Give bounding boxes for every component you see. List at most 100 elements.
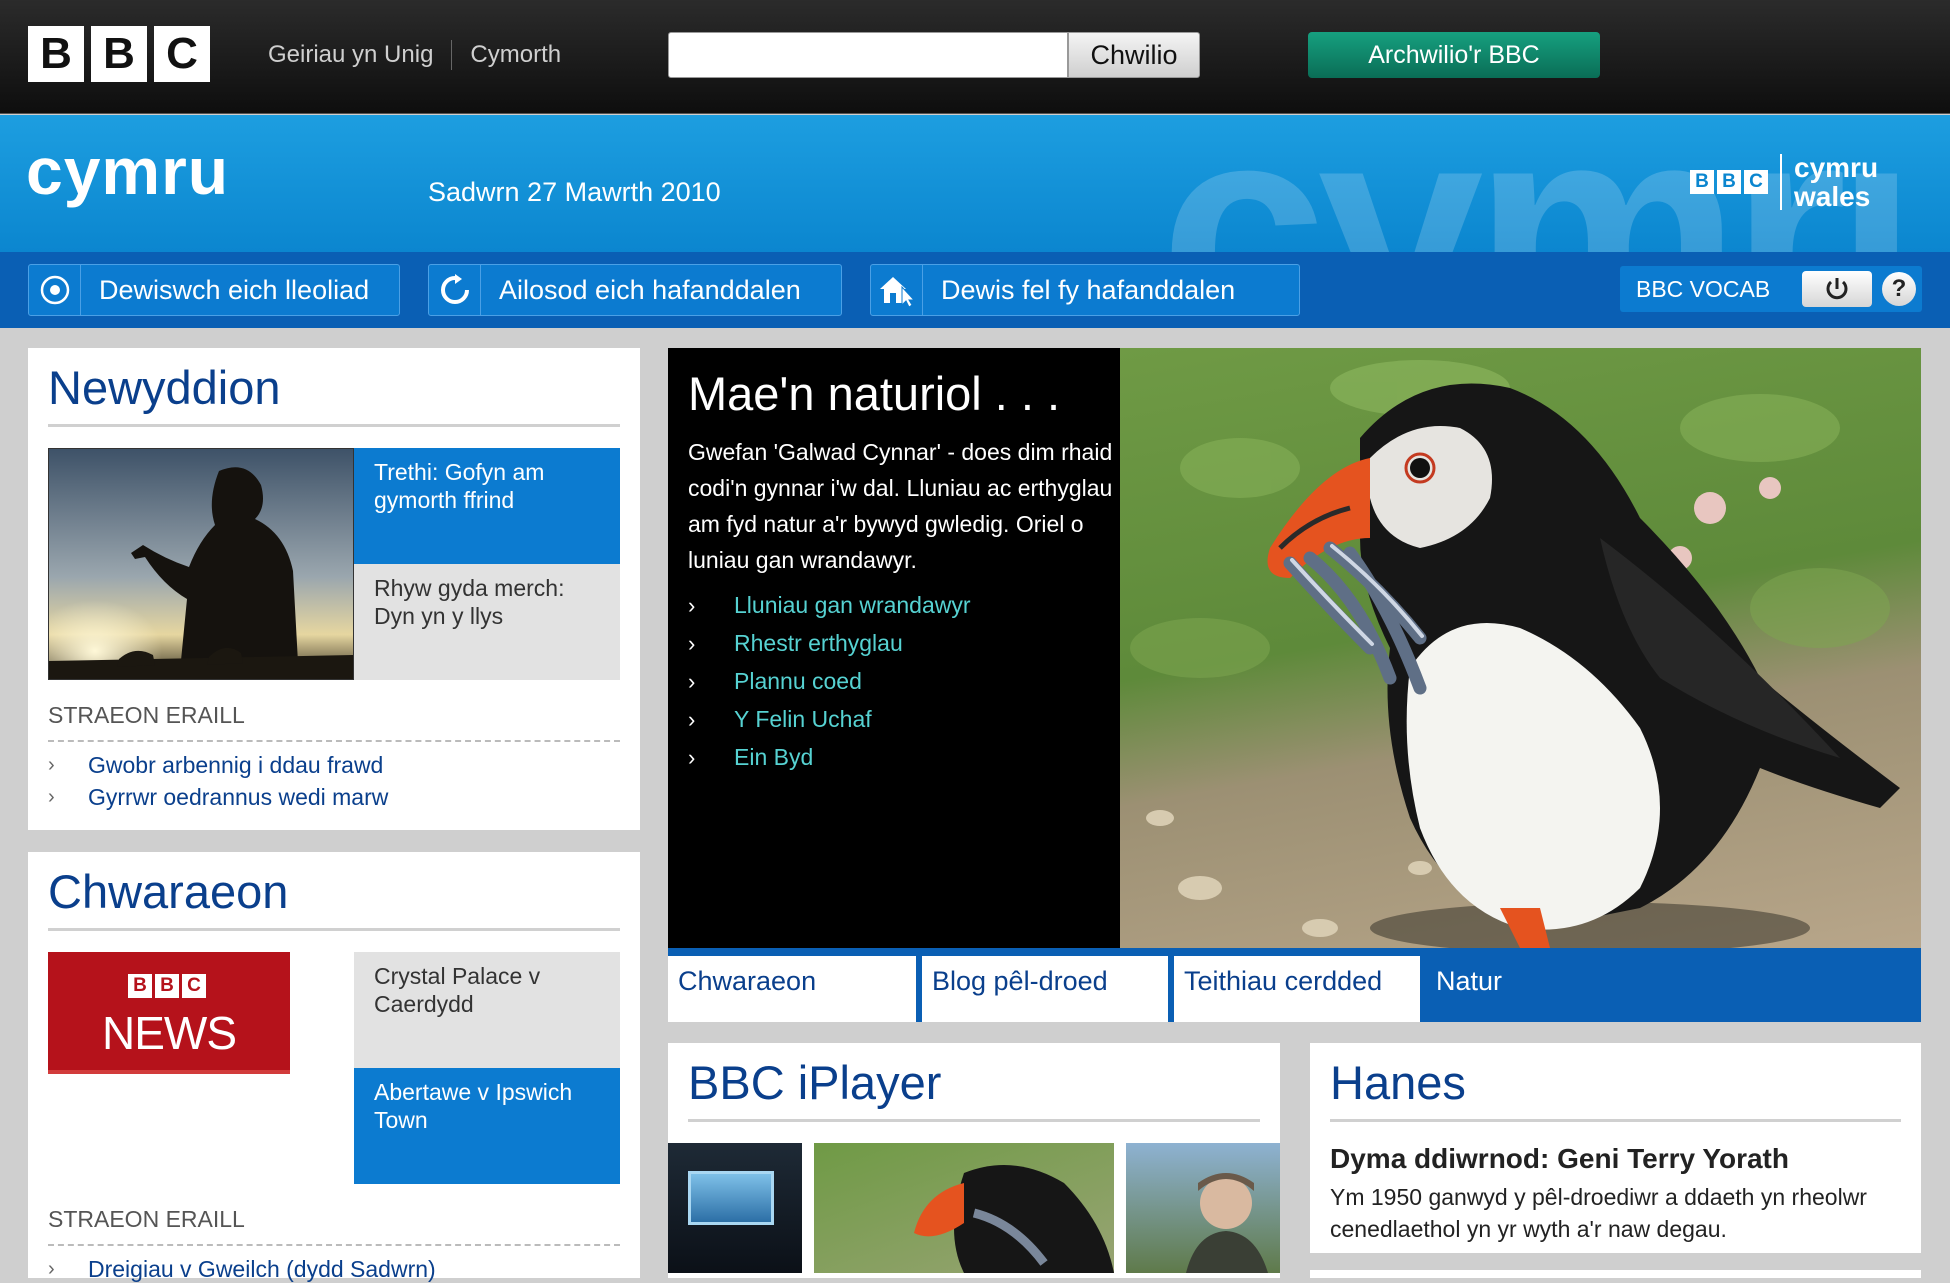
news-other-story-link[interactable]: › Gwobr arbennig i ddau frawd bbox=[48, 752, 383, 779]
choose-location-label: Dewiswch eich lleoliad bbox=[99, 274, 370, 305]
refresh-icon bbox=[429, 265, 481, 315]
location-target-icon bbox=[29, 265, 81, 315]
brand-words: cymru wales bbox=[1794, 153, 1878, 211]
help-button[interactable]: ? bbox=[1882, 272, 1916, 306]
feature-link[interactable]: › Rhestr erthyglau bbox=[688, 630, 903, 657]
set-as-homepage-label: Dewis fel fy hafanddalen bbox=[941, 274, 1236, 305]
bbc-logo[interactable]: B B C bbox=[28, 26, 210, 82]
current-date: Sadwrn 27 Mawrth 2010 bbox=[428, 177, 721, 207]
bbc-mini-letter: C bbox=[1744, 170, 1768, 194]
vocab-power-toggle[interactable] bbox=[1802, 271, 1872, 307]
bbc-news-logo-letter: C bbox=[182, 974, 206, 998]
history-panel: Hanes Dyma ddiwrnod: Geni Terry Yorath Y… bbox=[1310, 1043, 1921, 1253]
news-panel: Newyddion Trethi: Gofyn am gymorth ffrin… bbox=[28, 348, 640, 830]
site-title[interactable]: cymru bbox=[26, 133, 229, 209]
heading-rule bbox=[688, 1119, 1260, 1122]
global-navigation-bar: B B C Geiriau yn Unig Cymorth Chwilio Ar… bbox=[0, 0, 1950, 114]
iplayer-thumbnail[interactable] bbox=[814, 1143, 1114, 1273]
feature-title[interactable]: Mae'n naturiol . . . bbox=[688, 366, 1060, 421]
news-other-stories-heading: STRAEON ERAILL bbox=[48, 702, 245, 728]
sport-other-story-link[interactable]: › Dreigiau v Gweilch (dydd Sadwrn) bbox=[48, 1256, 436, 1283]
history-headline[interactable]: Dyma ddiwrnod: Geni Terry Yorath bbox=[1330, 1143, 1789, 1175]
bbc-mini-letter: B bbox=[1717, 170, 1741, 194]
iplayer-panel: BBC iPlayer bbox=[668, 1043, 1280, 1278]
screen-graphic bbox=[688, 1171, 774, 1225]
heading-rule bbox=[48, 928, 620, 931]
heading-rule bbox=[48, 424, 620, 427]
iplayer-thumbnail[interactable] bbox=[1126, 1143, 1280, 1273]
bbc-vocab-label: BBC VOCAB bbox=[1636, 275, 1771, 302]
accessibility-help-link[interactable]: Cymorth bbox=[470, 41, 561, 69]
history-body: Ym 1950 ganwyd y pêl-droediwr a ddaeth y… bbox=[1330, 1184, 1867, 1242]
tab-sport[interactable]: Chwaraeon bbox=[668, 956, 916, 1022]
chevron-right-icon: › bbox=[48, 786, 55, 808]
heading-rule bbox=[1330, 1119, 1901, 1122]
feature-tabs: Chwaraeon Blog pêl-droed Teithiau cerdde… bbox=[668, 948, 1921, 1022]
sport-other-story-label: Dreigiau v Gweilch (dydd Sadwrn) bbox=[88, 1256, 436, 1282]
feature-link-label: Lluniau gan wrandawyr bbox=[734, 592, 971, 618]
news-other-story-label: Gyrrwr oedrannus wedi marw bbox=[88, 784, 389, 810]
top-links: Geiriau yn Unig Cymorth bbox=[268, 40, 561, 70]
text-only-link[interactable]: Geiriau yn Unig bbox=[268, 41, 433, 69]
choose-location-button[interactable]: Dewiswch eich lleoliad bbox=[28, 264, 400, 316]
feature-link-label: Rhestr erthyglau bbox=[734, 630, 903, 656]
site-header: cymru cymru Sadwrn 27 Mawrth 2010 B B C … bbox=[0, 115, 1950, 252]
sport-heading[interactable]: Chwaraeon bbox=[48, 864, 288, 919]
chevron-right-icon: › bbox=[688, 706, 696, 732]
brand-line-wales: wales bbox=[1794, 181, 1871, 212]
dashed-divider bbox=[48, 740, 620, 742]
sport-story-link[interactable]: Crystal Palace v Caerdydd bbox=[354, 952, 620, 1068]
bbc-news-logo-letter: B bbox=[155, 974, 179, 998]
feature-description: Gwefan 'Galwad Cynnar' - does dim rhaid … bbox=[688, 439, 1113, 573]
bbc-news-logo-word: NEWS bbox=[102, 1007, 237, 1059]
puffin-photo[interactable] bbox=[1120, 348, 1921, 948]
tab-walks[interactable]: Teithiau cerdded bbox=[1174, 956, 1420, 1022]
feature-link[interactable]: › Lluniau gan wrandawyr bbox=[688, 592, 971, 619]
news-other-story-label: Gwobr arbennig i ddau frawd bbox=[88, 752, 384, 778]
sport-panel: Chwaraeon B B C NEWS Crystal Palace v Ca… bbox=[28, 852, 640, 1282]
chevron-right-icon: › bbox=[688, 630, 696, 656]
feature-link-label: Plannu coed bbox=[734, 668, 862, 694]
explore-bbc-button[interactable]: Archwilio'r BBC bbox=[1308, 32, 1600, 78]
nature-feature-promo: Mae'n naturiol . . . Gwefan 'Galwad Cynn… bbox=[668, 348, 1921, 1022]
bbc-logo-letter: B bbox=[28, 26, 84, 82]
search-input[interactable] bbox=[668, 32, 1068, 78]
news-main-story-link[interactable]: Trethi: Gofyn am gymorth ffrind bbox=[354, 448, 620, 564]
chevron-right-icon: › bbox=[688, 668, 696, 694]
home-cursor-icon bbox=[871, 265, 923, 315]
reset-homepage-button[interactable]: Ailosod eich hafanddalen bbox=[428, 264, 842, 316]
feature-link-label: Y Felin Uchaf bbox=[734, 706, 872, 732]
bbc-vocab-widget: BBC VOCAB ? bbox=[1620, 266, 1922, 312]
bbc-logo-letter: B bbox=[91, 26, 147, 82]
link-separator bbox=[451, 40, 453, 70]
feature-link[interactable]: › Plannu coed bbox=[688, 668, 862, 695]
news-story-image[interactable] bbox=[48, 448, 354, 680]
bbc-cymru-wales-logo: B B C cymru wales bbox=[1690, 153, 1878, 211]
iplayer-thumbnail[interactable] bbox=[668, 1143, 802, 1273]
feature-link[interactable]: › Ein Byd bbox=[688, 744, 813, 771]
chevron-right-icon: › bbox=[688, 744, 696, 770]
news-second-story-link[interactable]: Rhyw gyda merch: Dyn yn y llys bbox=[354, 564, 620, 680]
power-icon bbox=[1826, 278, 1848, 300]
set-as-homepage-button[interactable]: Dewis fel fy hafanddalen bbox=[870, 264, 1300, 316]
sport-other-stories-heading: STRAEON ERAILL bbox=[48, 1206, 245, 1232]
feature-link[interactable]: › Y Felin Uchaf bbox=[688, 706, 872, 733]
news-heading[interactable]: Newyddion bbox=[48, 360, 281, 415]
news-other-story-link[interactable]: › Gyrrwr oedrannus wedi marw bbox=[48, 784, 388, 811]
feature-link-label: Ein Byd bbox=[734, 744, 814, 770]
iplayer-heading[interactable]: BBC iPlayer bbox=[688, 1055, 941, 1110]
history-heading[interactable]: Hanes bbox=[1330, 1055, 1466, 1110]
reset-homepage-label: Ailosod eich hafanddalen bbox=[499, 274, 801, 305]
sport-story-link[interactable]: Abertawe v Ipswich Town bbox=[354, 1068, 620, 1184]
next-panel-edge bbox=[1310, 1270, 1921, 1278]
tab-football-blog[interactable]: Blog pêl-droed bbox=[922, 956, 1168, 1022]
brand-divider bbox=[1780, 154, 1782, 210]
search-button[interactable]: Chwilio bbox=[1068, 32, 1200, 78]
customisation-toolbar: Dewiswch eich lleoliad Ailosod eich hafa… bbox=[0, 252, 1950, 328]
bbc-news-logo-letter: B bbox=[128, 974, 152, 998]
bbc-mini-logo: B B C bbox=[1690, 170, 1768, 194]
bbc-news-logo-image[interactable]: B B C NEWS bbox=[48, 952, 290, 1074]
tab-nature[interactable]: Natur bbox=[1426, 956, 1674, 1022]
chevron-right-icon: › bbox=[48, 754, 55, 776]
chevron-right-icon: › bbox=[688, 592, 696, 618]
